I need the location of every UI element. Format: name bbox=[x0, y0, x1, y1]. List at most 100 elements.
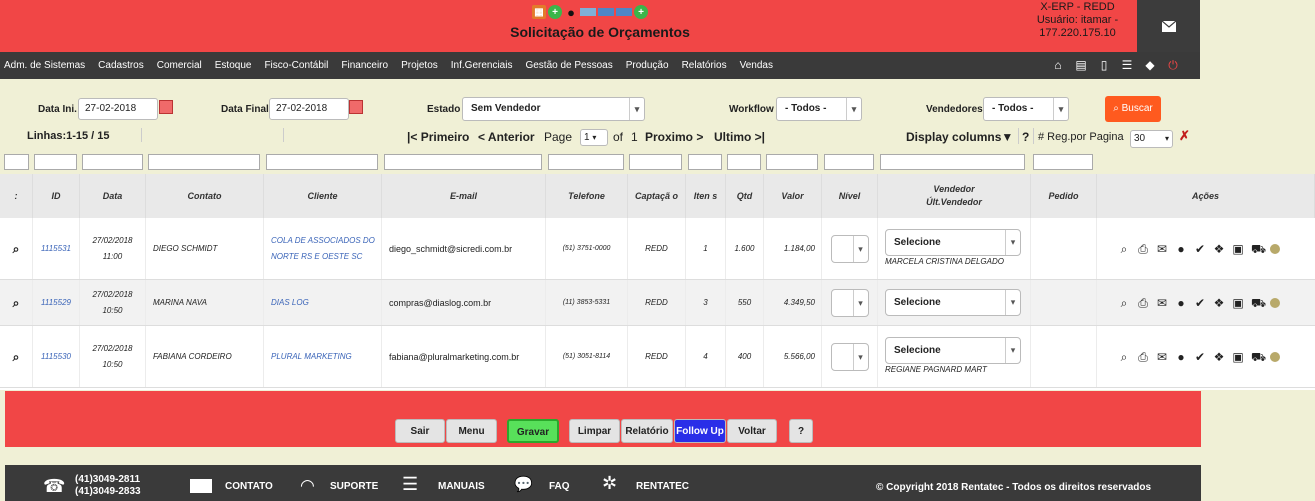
print-icon[interactable]: ⎙ bbox=[1137, 295, 1149, 311]
image-icon[interactable]: ▣ bbox=[1232, 241, 1244, 257]
footer-faq-link[interactable]: FAQ bbox=[549, 481, 570, 492]
view-icon[interactable]: ⌕ bbox=[0, 326, 33, 387]
cart-icon[interactable]: ⛟ bbox=[1251, 349, 1266, 365]
vendedores-select[interactable]: - Todos - ▾ bbox=[983, 97, 1069, 121]
row-id[interactable]: 1115529 bbox=[33, 280, 80, 325]
print-icon[interactable]: ⎙ bbox=[1137, 349, 1149, 365]
help-button[interactable]: ? bbox=[789, 419, 813, 443]
window-icon[interactable] bbox=[616, 8, 632, 16]
vendedor-select[interactable]: Selecione ▾ bbox=[885, 337, 1021, 364]
search-icon[interactable]: ⌕ bbox=[1118, 241, 1130, 257]
envelope-icon[interactable]: ✉ bbox=[1156, 349, 1168, 365]
filter-vendedor[interactable] bbox=[880, 154, 1025, 170]
comments-icon[interactable]: ● bbox=[1175, 295, 1187, 311]
gravar-button[interactable]: Gravar bbox=[507, 419, 559, 443]
view-icon[interactable]: ⌕ bbox=[0, 280, 33, 325]
search-icon[interactable]: ⌕ bbox=[1118, 295, 1130, 311]
buscar-button[interactable]: ⌕ Buscar bbox=[1105, 96, 1161, 122]
mail-button[interactable] bbox=[1137, 0, 1200, 52]
logout-icon[interactable]: ⏻ bbox=[1165, 57, 1181, 73]
calendar-icon[interactable] bbox=[159, 100, 173, 114]
menu-comercial[interactable]: Comercial bbox=[157, 60, 202, 71]
filter-contato[interactable] bbox=[148, 154, 260, 170]
check-icon[interactable]: ✔ bbox=[1194, 295, 1206, 311]
reg-per-page-select[interactable]: 30 ▾ bbox=[1130, 130, 1173, 148]
page-select[interactable]: 1 ▾ bbox=[580, 129, 608, 146]
menu-cadastros[interactable]: Cadastros bbox=[98, 60, 144, 71]
view-icon[interactable]: ⌕ bbox=[0, 218, 33, 279]
col-telefone[interactable]: Telefone bbox=[546, 174, 628, 218]
print-icon[interactable]: ▤ bbox=[1073, 57, 1089, 73]
col-itens[interactable]: Iten s bbox=[686, 174, 726, 218]
flag-icon[interactable] bbox=[580, 8, 596, 16]
nivel-select[interactable]: ▾ bbox=[830, 234, 869, 263]
last-page-link[interactable]: Ultimo >| bbox=[714, 130, 765, 144]
envelope-icon[interactable]: ✉ bbox=[1156, 295, 1168, 311]
limpar-button[interactable]: Limpar bbox=[569, 419, 620, 443]
col-nivel[interactable]: Nível bbox=[822, 174, 878, 218]
calendar-icon[interactable] bbox=[349, 100, 363, 114]
add-icon[interactable]: + bbox=[634, 5, 648, 19]
filter-cliente[interactable] bbox=[266, 154, 378, 170]
filter-pedido[interactable] bbox=[1033, 154, 1093, 170]
user-icon[interactable]: ● bbox=[564, 5, 578, 20]
filter-itens[interactable] bbox=[688, 154, 722, 170]
row-cliente[interactable]: PLURAL MARKETING bbox=[264, 326, 382, 387]
help-book-icon[interactable]: ◆ bbox=[1142, 57, 1158, 73]
col-valor[interactable]: Valor bbox=[764, 174, 822, 218]
footer-manuais-link[interactable]: MANUAIS bbox=[438, 481, 485, 492]
menu-inf-gerenciais[interactable]: Inf.Gerenciais bbox=[451, 60, 513, 71]
home-icon[interactable]: ⌂ bbox=[1050, 57, 1066, 73]
envelope-icon[interactable]: ✉ bbox=[1156, 241, 1168, 257]
menu-vendas[interactable]: Vendas bbox=[740, 60, 773, 71]
filter-captacao[interactable] bbox=[629, 154, 682, 170]
menu-button[interactable]: Menu bbox=[446, 419, 497, 443]
row-cliente[interactable]: COLA DE ASSOCIADOS DO NORTE RS E OESTE S… bbox=[264, 218, 382, 279]
filter-valor[interactable] bbox=[766, 154, 818, 170]
voltar-button[interactable]: Voltar bbox=[727, 419, 777, 443]
cubes-icon[interactable]: ❖ bbox=[1213, 241, 1225, 257]
row-cliente[interactable]: DIAS LOG bbox=[264, 280, 382, 325]
filter-telefone[interactable] bbox=[548, 154, 624, 170]
filter-nivel[interactable] bbox=[824, 154, 874, 170]
add-icon[interactable]: + bbox=[548, 5, 562, 19]
relatorio-button[interactable]: Relatório bbox=[621, 419, 673, 443]
data-final-input[interactable]: 27-02-2018 bbox=[269, 98, 349, 120]
menu-financeiro[interactable]: Financeiro bbox=[341, 60, 388, 71]
filter-sel[interactable] bbox=[4, 154, 29, 170]
menu-relatorios[interactable]: Relatórios bbox=[682, 60, 727, 71]
image-icon[interactable]: ▣ bbox=[1232, 295, 1244, 311]
col-pedido[interactable]: Pedido bbox=[1031, 174, 1097, 218]
col-id[interactable]: ID bbox=[33, 174, 80, 218]
cubes-icon[interactable]: ❖ bbox=[1213, 349, 1225, 365]
col-email[interactable]: E-mail bbox=[382, 174, 546, 218]
footer-rentatec-link[interactable]: RENTATEC bbox=[636, 481, 689, 492]
filter-email[interactable] bbox=[384, 154, 542, 170]
menu-projetos[interactable]: Projetos bbox=[401, 60, 438, 71]
comments-icon[interactable]: ● bbox=[1175, 241, 1187, 257]
previous-page-link[interactable]: < Anterior bbox=[478, 130, 535, 144]
display-columns-button[interactable]: Display columns▼ bbox=[906, 130, 1013, 144]
row-id[interactable]: 1115531 bbox=[33, 218, 80, 279]
col-captacao[interactable]: Captaçã o bbox=[628, 174, 686, 218]
workflow-select[interactable]: - Todos - ▾ bbox=[776, 97, 862, 121]
menu-fisco-contabil[interactable]: Fisco-Contábil bbox=[264, 60, 328, 71]
footer-suporte-link[interactable]: SUPORTE bbox=[330, 481, 378, 492]
menu-estoque[interactable]: Estoque bbox=[215, 60, 252, 71]
cubes-icon[interactable]: ❖ bbox=[1213, 295, 1225, 311]
sair-button[interactable]: Sair bbox=[395, 419, 445, 443]
first-page-link[interactable]: |< Primeiro bbox=[407, 130, 469, 144]
vendedor-select[interactable]: Selecione ▾ bbox=[885, 229, 1021, 256]
cart-icon[interactable]: ⛟ bbox=[1251, 295, 1266, 311]
monitor-icon[interactable] bbox=[598, 8, 614, 16]
menu-adm-sistemas[interactable]: Adm. de Sistemas bbox=[4, 60, 85, 71]
cart-icon[interactable]: ⛟ bbox=[1251, 241, 1266, 257]
calendar-icon[interactable]: ▦ bbox=[532, 5, 546, 19]
col-vendedor[interactable]: Vendedor Últ.Vendedor bbox=[878, 174, 1031, 218]
footer-contato-link[interactable]: CONTATO bbox=[225, 481, 273, 492]
data-ini-input[interactable]: 27-02-2018 bbox=[78, 98, 158, 120]
search-icon[interactable]: ⌕ bbox=[1118, 349, 1130, 365]
col-cliente[interactable]: Cliente bbox=[264, 174, 382, 218]
menu-producao[interactable]: Produção bbox=[626, 60, 669, 71]
list-icon[interactable]: ☰ bbox=[1119, 57, 1135, 73]
